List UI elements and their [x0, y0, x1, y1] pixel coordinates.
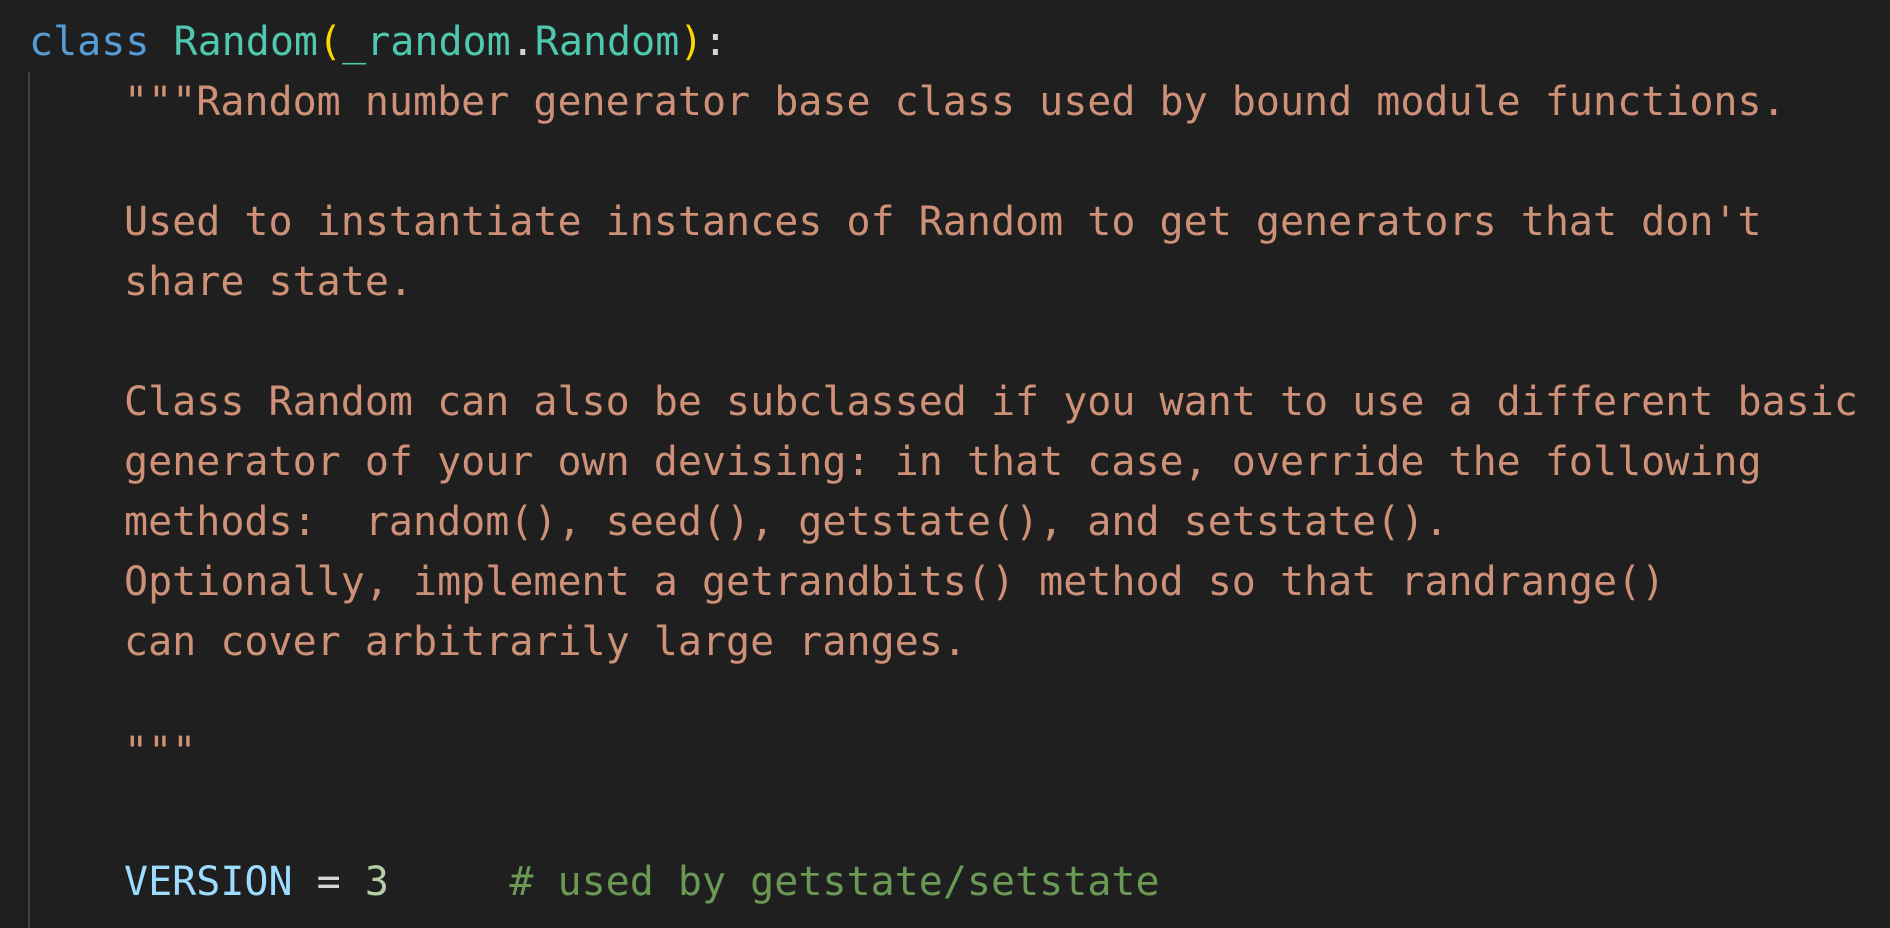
colon: : [703, 19, 728, 65]
class-name: Random [173, 19, 319, 65]
version-variable: VERSION [124, 859, 293, 905]
keyword-class: class [29, 19, 150, 65]
version-comment: # used by getstate/setstate [509, 859, 1160, 905]
base-class: Random [534, 19, 680, 65]
version-value: 3 [364, 859, 389, 905]
docstring-line-10: can cover arbitrarily large ranges. [124, 619, 967, 665]
base-module: _random [342, 19, 511, 65]
close-paren: ) [679, 19, 704, 65]
dot: . [510, 19, 535, 65]
docstring-line-6: Class Random can also be subclassed if y… [124, 379, 1858, 425]
code-editor[interactable]: class Random(_random.Random): """Random … [0, 0, 1890, 928]
code-line-version: VERSION = 3 # used by getstate/setstate [29, 852, 1160, 912]
docstring-line-4: share state. [124, 259, 413, 305]
code-line-class-def: class Random(_random.Random): [29, 12, 727, 72]
docstring-line-8: methods: random(), seed(), getstate(), a… [124, 499, 1449, 545]
docstring-line-3: Used to instantiate instances of Random … [124, 199, 1762, 245]
docstring-line-7: generator of your own devising: in that … [124, 439, 1762, 485]
docstring-line-1: """Random number generator base class us… [124, 79, 1786, 125]
assign-operator: = [292, 859, 365, 905]
docstring-line-9: Optionally, implement a getrandbits() me… [124, 559, 1666, 605]
open-paren: ( [318, 19, 343, 65]
docstring-close: """ [124, 729, 197, 775]
